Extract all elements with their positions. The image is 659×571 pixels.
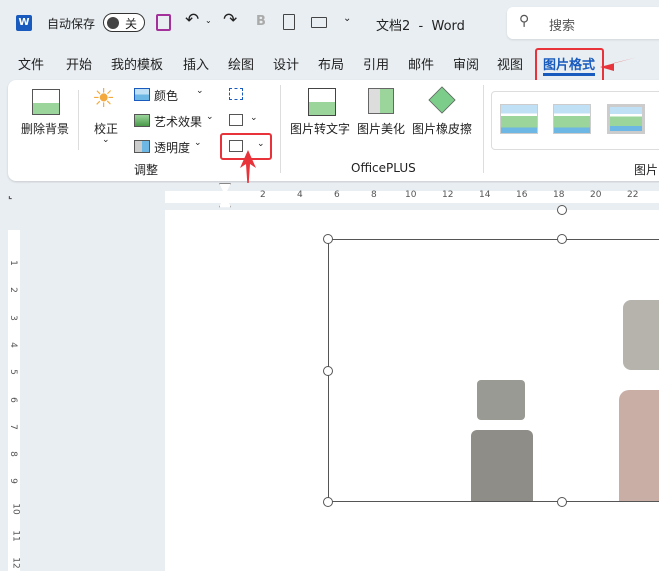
picture-style-3[interactable] [607,104,645,134]
ruler-num: 4 [297,190,303,200]
robot-large [623,300,659,370]
picture-eraser-button[interactable]: 图片橡皮擦 [412,120,472,137]
ruler-v-num: 1 [7,260,18,266]
resize-handle-top[interactable] [557,234,567,244]
robot-small [477,380,525,420]
remove-background-button[interactable]: 删除背景 [21,120,69,137]
picture-eraser-icon [428,86,456,114]
new-doc-icon[interactable] [283,14,295,30]
annotation-arrow-tab [600,57,638,71]
resize-handle-bl[interactable] [323,497,333,507]
autosave-label: 自动保存 [47,17,96,31]
robot-small-body [471,430,533,501]
picture-style-1[interactable] [500,104,538,134]
picture[interactable] [328,239,659,502]
group-officeplus-label: OfficePLUS [351,161,416,175]
ruler-v-num: 11 [10,530,21,542]
transparency-icon [134,140,150,153]
resize-handle-tl[interactable] [323,234,333,244]
ruler-num: 12 [442,190,454,200]
ruler-v-num: 5 [7,369,18,376]
resize-handle-left[interactable] [323,366,333,376]
ruler-num: 16 [516,190,528,200]
transparency-button[interactable]: 透明度 [154,139,190,156]
color-button[interactable]: 颜色 [154,87,178,104]
picture-to-text-icon [308,88,336,116]
color-dropdown-icon[interactable]: ⌄ [196,86,204,96]
ruler-v-num: 4 [7,342,18,348]
tab-view[interactable]: 视图 [497,54,523,73]
search-box[interactable]: ⚲ 搜索 [507,7,659,39]
tab-insert[interactable]: 插入 [183,54,209,73]
word-logo-icon: W [16,15,32,31]
tab-layout[interactable]: 布局 [318,54,344,73]
bold-icon[interactable]: B [256,14,266,29]
ruler-num: 8 [371,190,377,200]
picture-styles-gallery[interactable] [491,91,659,150]
sun-correction-icon: ☀ [92,84,116,114]
correction-dropdown-icon[interactable]: ⌄ [102,135,110,145]
resize-handle-bottom[interactable] [557,497,567,507]
remove-background-icon [32,89,60,115]
ruler-num: 14 [479,190,491,200]
ruler-num: 20 [590,190,602,200]
ruler-v-num: 12 [10,557,21,570]
ruler-v-num: 10 [10,502,21,515]
document-title: 文档2 - Word [376,19,465,34]
ruler-num: 22 [627,190,639,200]
search-placeholder: 搜索 [549,19,576,34]
tab-design[interactable]: 设计 [273,54,299,73]
ruler-v-num: 3 [7,314,18,321]
color-icon [134,88,150,101]
picture-beautify-button[interactable]: 图片美化 [357,120,405,137]
picture-to-text-button[interactable]: 图片转文字 [290,120,350,137]
ruler-v-num: 9 [7,478,18,485]
ribbon: 删除背景 ☀ 校正 ⌄ 颜色 ⌄ 艺术效果 ⌄ 透明度 ⌄ ⌄ ⌄ 调整 图片转… [8,80,659,181]
tab-my-templates[interactable]: 我的模板 [111,54,163,73]
group-picture-styles-label: 图片 [634,163,659,177]
transparency-dropdown-icon[interactable]: ⌄ [194,138,202,148]
ruler-num: 10 [405,190,417,200]
change-picture-icon[interactable] [229,114,243,126]
search-icon: ⚲ [519,13,530,29]
picture-beautify-icon [368,88,394,114]
undo-dropdown-icon[interactable]: ⌄ [205,16,212,25]
tab-mailings[interactable]: 邮件 [408,54,434,73]
customize-toolbar-icon[interactable]: ⌄ [343,13,351,24]
autosave-toggle[interactable]: 关 [103,13,145,32]
ruler-v-num: 7 [7,423,18,430]
autosave-state: 关 [125,17,138,31]
redo-icon[interactable]: ↷ [223,10,237,30]
tab-review[interactable]: 审阅 [453,54,479,73]
tab-draw[interactable]: 绘图 [228,54,254,73]
compress-pictures-icon[interactable] [229,88,243,100]
save-icon[interactable] [156,14,171,31]
ruler-v-num: 2 [7,287,18,294]
group-adjust-label: 调整 [134,163,159,177]
tab-file[interactable]: 文件 [18,54,44,73]
ruler-num: 2 [260,190,266,200]
change-picture-dropdown-icon[interactable]: ⌄ [250,113,258,123]
picture-style-2[interactable] [553,104,591,134]
tab-home[interactable]: 开始 [66,54,92,73]
art-effects-dropdown-icon[interactable]: ⌄ [206,112,214,122]
art-effects-button[interactable]: 艺术效果 [154,113,202,130]
tab-references[interactable]: 引用 [363,54,389,73]
ruler-v-num: 6 [7,396,18,403]
art-effects-icon [134,114,150,127]
ruler-num: 18 [553,190,565,200]
ruler-v-num: 8 [7,451,18,457]
undo-icon[interactable]: ↶ [185,10,199,30]
robot-large-body [619,390,659,501]
open-folder-icon[interactable] [311,17,327,28]
ruler-num: 6 [334,190,340,200]
rotate-handle[interactable] [557,205,567,215]
